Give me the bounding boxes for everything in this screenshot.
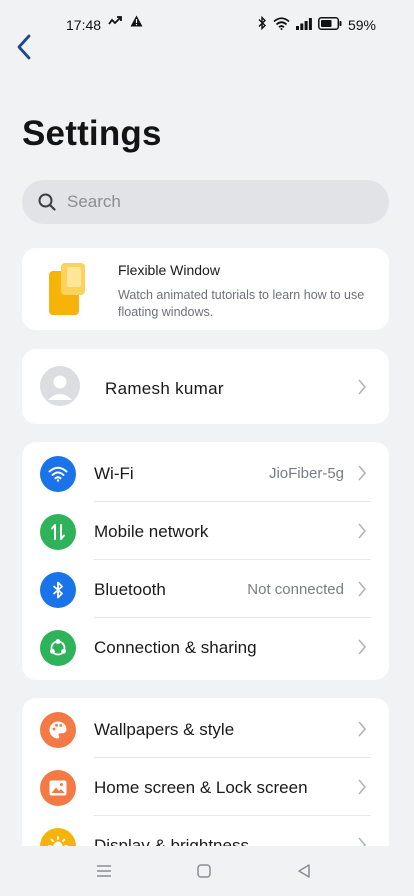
chevron-right-icon [358,721,367,737]
home-lock-screen-label: Home screen & Lock screen [94,778,308,797]
chevron-left-icon [17,34,31,60]
chevron-right-icon [358,639,367,655]
back-icon [298,864,310,878]
settings-item-home-lock-screen[interactable]: Home screen & Lock screen [22,758,389,816]
wifi-icon [273,16,290,33]
settings-item-wifi[interactable]: Wi-Fi JioFiber-5g [22,444,389,502]
chevron-right-icon [358,523,367,539]
mobile-network-label: Mobile network [94,522,209,541]
wifi-value: JioFiber-5g [268,465,344,482]
flexible-window-description: Watch animated tutorials to learn how to… [118,288,365,319]
settings-item-bluetooth[interactable]: Bluetooth Not connected [22,560,389,618]
search-icon [38,193,56,211]
flexible-window-title: Flexible Window [118,262,220,278]
recent-apps-button[interactable] [94,862,114,880]
profile-name: Ramesh kumar [105,379,224,398]
flexible-window-card[interactable]: Flexible Window Watch animated tutorials… [22,248,389,330]
bluetooth-label: Bluetooth [94,580,166,599]
bluetooth-icon [40,572,76,608]
warning-icon [130,14,143,30]
wallpapers-label: Wallpapers & style [94,720,235,739]
status-bar: 17:48 59% [0,0,414,52]
profile-card[interactable]: Ramesh kumar [22,349,389,424]
bluetooth-value: Not connected [247,581,344,598]
wifi-label: Wi-Fi [94,464,134,483]
mobile-data-icon [40,514,76,550]
chevron-right-icon [358,379,367,395]
battery-percent: 59% [347,16,376,33]
back-button[interactable] [10,32,38,62]
back-nav-button[interactable] [294,862,314,880]
image-icon [40,770,76,806]
home-button[interactable] [194,862,214,880]
navigation-bar [0,846,414,896]
bluetooth-icon [258,15,267,33]
connection-sharing-label: Connection & sharing [94,638,257,657]
page-title: Settings [22,114,162,153]
settings-item-mobile-network[interactable]: Mobile network [22,502,389,560]
chevron-right-icon [358,779,367,795]
palette-icon [40,712,76,748]
settings-item-wallpapers[interactable]: Wallpapers & style [22,700,389,758]
call-forward-icon [108,14,122,30]
search-placeholder: Search [67,192,121,211]
home-icon [197,864,211,878]
battery-icon [318,16,342,33]
share-icon [40,630,76,666]
avatar [40,366,80,406]
status-time: 17:48 [66,17,102,33]
chevron-right-icon [358,581,367,597]
signal-icon [295,17,312,33]
person-icon [48,375,72,400]
flexible-window-icon [49,263,85,315]
connectivity-group: Wi-Fi JioFiber-5g Mobile network Bluetoo… [22,442,389,680]
chevron-right-icon [358,465,367,481]
wifi-icon [40,456,76,492]
search-input[interactable]: Search [22,180,389,224]
menu-icon [97,865,111,877]
settings-item-connection-sharing[interactable]: Connection & sharing [22,618,389,676]
